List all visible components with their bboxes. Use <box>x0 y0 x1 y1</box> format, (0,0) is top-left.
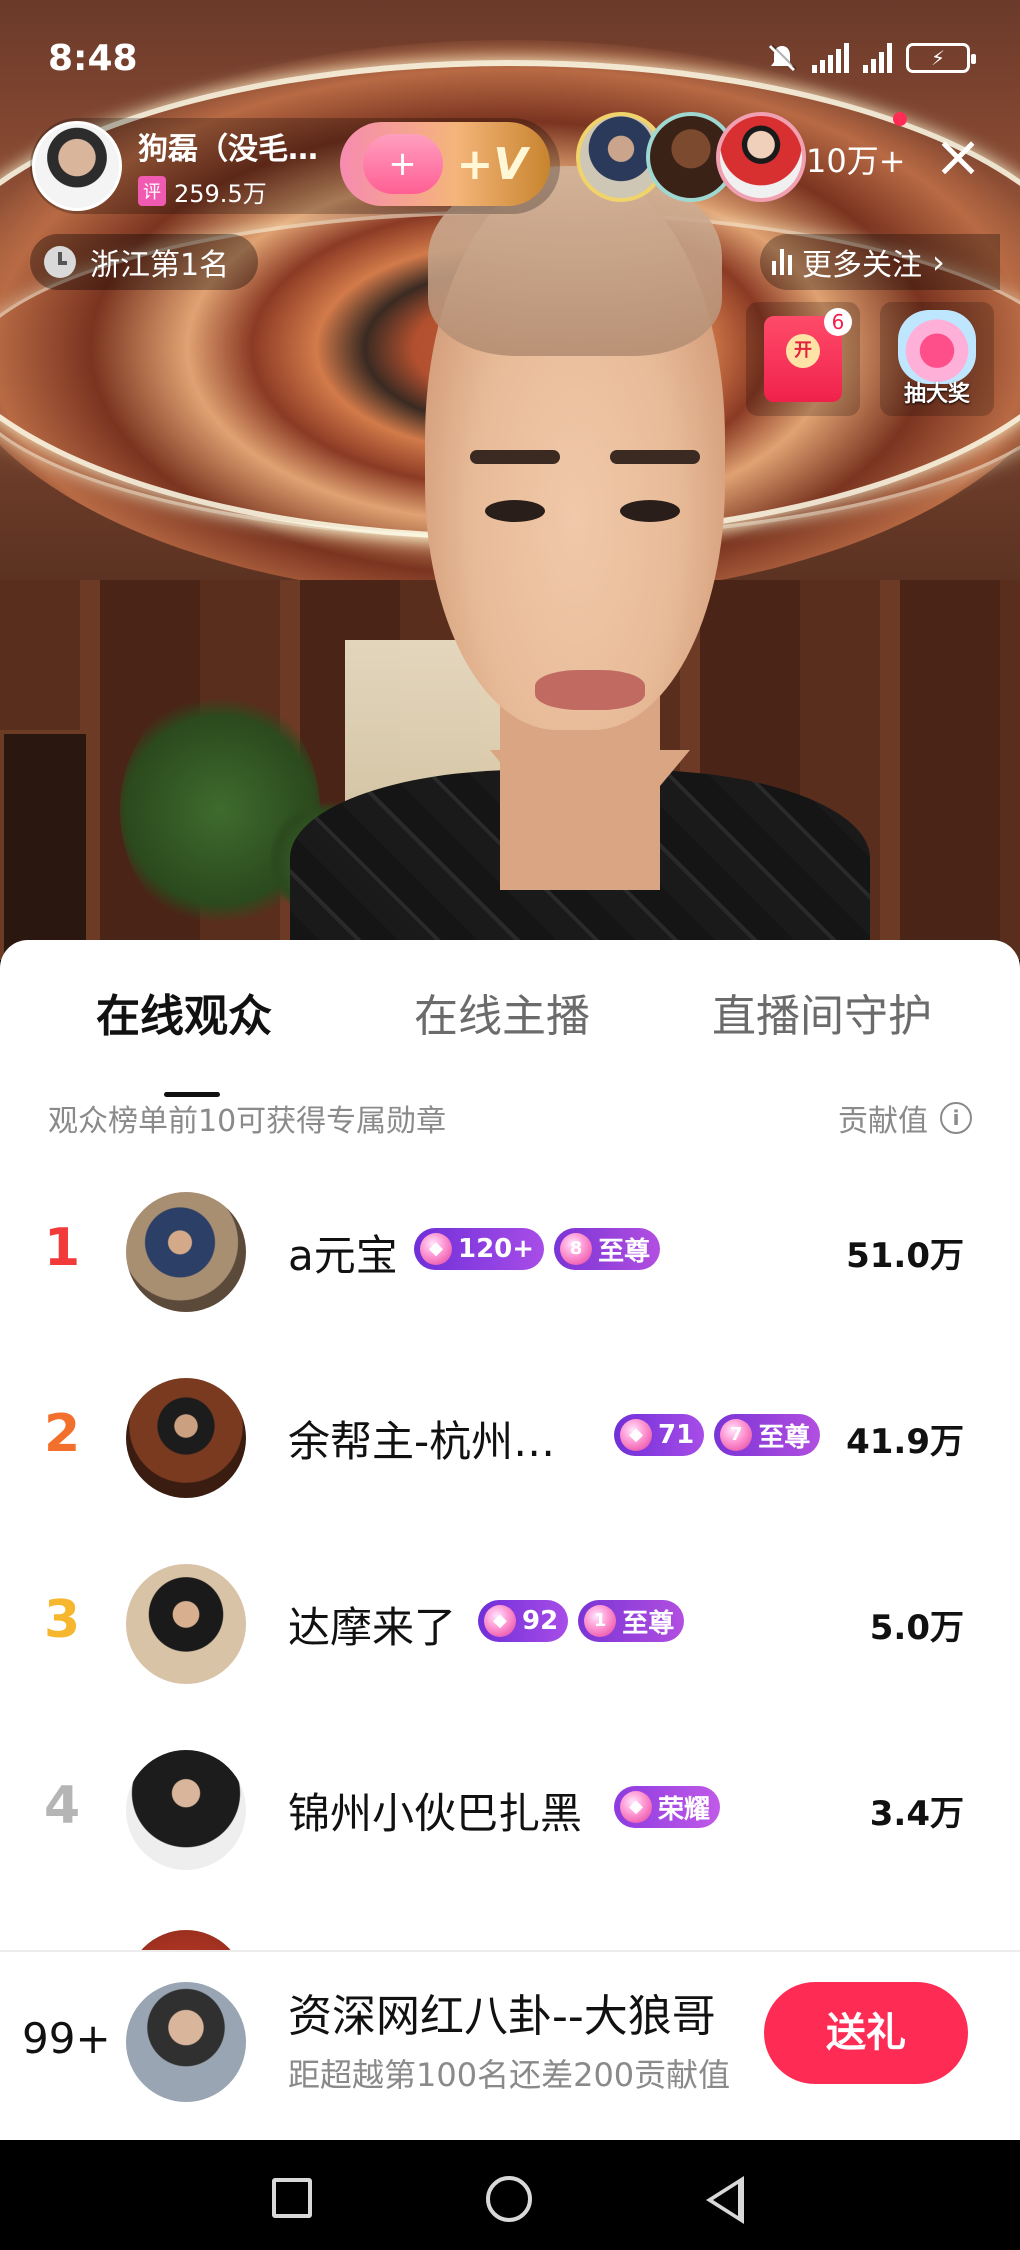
tab-online-anchors[interactable]: 在线主播 <box>414 980 590 1044</box>
audience-name: 余帮主-杭州… <box>288 1417 556 1466</box>
navigation-bar <box>0 2140 1020 2250</box>
gem-icon: ◆ <box>620 1419 652 1451</box>
lottery-label: 抽大奖 <box>903 382 970 407</box>
badge-group: ◆ 92 1 至尊 <box>478 1600 685 1642</box>
vip-badge: 8 至尊 <box>554 1228 661 1270</box>
left-eye <box>485 500 545 522</box>
region-rank-pill[interactable]: 浙江第1名 <box>30 234 258 290</box>
red-packet-button[interactable]: 开 6 <box>746 302 860 416</box>
contribution-value: 51.0万 <box>846 1236 964 1276</box>
avatar[interactable] <box>126 1564 246 1684</box>
avatar[interactable] <box>126 1378 246 1498</box>
left-eyebrow <box>470 450 560 464</box>
contribution-value: 41.9万 <box>846 1422 964 1462</box>
anchor-name: 狗磊（没毛… <box>138 131 318 167</box>
badge-group: ◆ 71 7 至尊 <box>614 1414 821 1456</box>
home-icon[interactable] <box>486 2176 532 2222</box>
display-shelf <box>0 730 90 960</box>
plus-v-icon: +V <box>456 138 528 190</box>
contribution-header[interactable]: 贡献值 i <box>838 1096 972 1140</box>
live-room-screen: 8:48 ⚡ 狗磊（没毛… 评 259.5万 + +V 10万+ × 浙江第1名… <box>0 0 1020 2250</box>
badge-group: ◆ 荣耀 <box>614 1786 721 1828</box>
viewer-count[interactable]: 10万+ <box>806 136 906 182</box>
contribution-value: 5.0万 <box>869 1608 964 1648</box>
my-rank-hint: 距超越第100名还差200贡献值 <box>288 2056 731 2094</box>
clock-icon <box>44 246 76 278</box>
tab-room-guard[interactable]: 直播间守护 <box>712 980 932 1044</box>
my-avatar[interactable] <box>126 1982 246 2102</box>
bar-chart-icon <box>772 249 792 275</box>
my-rank: 99+ <box>22 2014 111 2063</box>
red-packet-count: 6 <box>824 308 852 336</box>
follow-button[interactable]: + +V <box>340 122 550 206</box>
rating-badge: 评 <box>138 176 166 206</box>
my-rank-bar: 99+ 资深网红八卦--大狼哥 距超越第100名还差200贡献值 送礼 <box>0 1950 1020 2140</box>
status-time: 8:48 <box>48 38 138 79</box>
close-icon[interactable]: × <box>930 127 986 185</box>
rank-number: 4 <box>44 1776 81 1836</box>
chevron-right-icon: › <box>932 243 945 281</box>
lottery-heart-icon <box>898 310 976 384</box>
avatar[interactable] <box>126 1750 246 1870</box>
send-gift-button[interactable]: 送礼 <box>764 1982 968 2084</box>
sheet-tabs: 在线观众 在线主播 直播间守护 <box>0 980 1020 1097</box>
audience-row[interactable]: 3 达摩来了 ◆ 92 1 至尊 5.0万 <box>0 1530 1020 1716</box>
contribution-value: 3.4万 <box>869 1794 964 1834</box>
anchor-score: 评 259.5万 <box>138 174 338 209</box>
badge-group: ◆ 120+ 8 至尊 <box>414 1228 661 1270</box>
status-bar: 8:48 ⚡ <box>0 0 1020 110</box>
my-name: 资深网红八卦--大狼哥 <box>288 1991 716 2042</box>
sheet-subtitle: 观众榜单前10可获得专属勋章 <box>48 1104 447 1139</box>
vip-badge: 1 至尊 <box>578 1600 685 1642</box>
heart-plus-icon: + <box>362 134 443 194</box>
status-icons: ⚡ <box>766 42 976 74</box>
audience-row[interactable]: 4 锦州小伙巴扎黑 ◆ 荣耀 3.4万 <box>0 1716 1020 1902</box>
signal-icon <box>812 43 849 73</box>
more-follow-button[interactable]: 更多关注 › <box>760 234 1000 290</box>
gem-icon: ◆ <box>484 1605 516 1637</box>
rank-number: 2 <box>44 1404 81 1464</box>
anchor-followers: 259.5万 <box>174 179 267 208</box>
vip-shield-icon: 7 <box>720 1419 753 1451</box>
avatar[interactable] <box>126 1192 246 1312</box>
audience-name: a元宝 <box>288 1231 398 1280</box>
region-rank-label: 浙江第1名 <box>90 248 230 283</box>
top-viewers[interactable] <box>576 112 806 202</box>
vip-shield-icon: 1 <box>584 1605 617 1637</box>
anchor-avatar[interactable] <box>32 121 122 211</box>
right-eyebrow <box>610 450 700 464</box>
packet-coin: 开 <box>786 334 820 368</box>
tab-online-audience[interactable]: 在线观众 <box>96 980 272 1044</box>
viewer-avatar[interactable] <box>716 112 806 202</box>
vip-shield-icon: 8 <box>560 1233 593 1265</box>
audience-name: 达摩来了 <box>288 1603 457 1652</box>
signal-icon-2 <box>863 43 892 73</box>
lottery-button[interactable]: 抽大奖 <box>880 302 994 416</box>
streamer-figure <box>290 150 870 960</box>
info-icon[interactable]: i <box>940 1102 972 1134</box>
audience-row[interactable]: 1 a元宝 ◆ 120+ 8 至尊 51.0万 <box>0 1158 1020 1344</box>
recent-apps-icon[interactable] <box>272 2178 312 2218</box>
rank-number: 1 <box>44 1218 81 1278</box>
notification-dot <box>893 112 907 126</box>
mouth <box>535 670 645 710</box>
mute-icon <box>768 44 797 72</box>
shield-icon: ◆ <box>620 1791 652 1823</box>
contribution-label: 贡献值 <box>838 1104 928 1139</box>
right-eye <box>620 500 680 522</box>
battery-charging-icon: ⚡ <box>906 43 976 73</box>
gem-icon: ◆ <box>420 1233 452 1265</box>
rank-number: 3 <box>44 1590 81 1650</box>
more-follow-label: 更多关注 <box>802 248 922 283</box>
fan-level-badge: ◆ 92 <box>478 1600 569 1642</box>
audience-name: 锦州小伙巴扎黑 <box>288 1789 583 1838</box>
fan-level-badge: ◆ 120+ <box>414 1228 545 1270</box>
vip-badge: 7 至尊 <box>714 1414 821 1456</box>
back-icon[interactable] <box>706 2176 744 2224</box>
anchor-text: 狗磊（没毛… 评 259.5万 <box>138 124 338 209</box>
glory-badge: ◆ 荣耀 <box>614 1786 721 1828</box>
audience-row[interactable]: 2 余帮主-杭州… ◆ 71 7 至尊 41.9万 <box>0 1344 1020 1530</box>
fan-level-badge: ◆ 71 <box>614 1414 705 1456</box>
